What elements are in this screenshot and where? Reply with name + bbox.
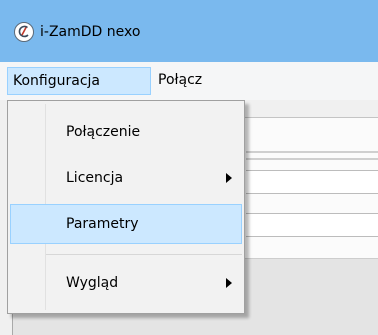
input-field[interactable] xyxy=(246,213,378,237)
app-window: i-ZamDD nexo Konfiguracja Połącz Połącze… xyxy=(0,0,378,335)
menu-konfiguracja[interactable]: Konfiguracja xyxy=(7,67,151,95)
divider xyxy=(246,151,378,153)
menu-item-label: Wygląd xyxy=(66,275,119,291)
chevron-right-icon xyxy=(226,173,232,183)
menu-item-parametry[interactable]: Parametry xyxy=(10,204,242,244)
menu-item-licencja[interactable]: Licencja xyxy=(10,158,242,198)
menu-separator xyxy=(46,254,242,255)
menu-item-wyglad[interactable]: Wygląd xyxy=(10,263,242,303)
input-field[interactable] xyxy=(246,170,378,194)
app-logo-icon xyxy=(14,22,34,42)
chevron-right-icon xyxy=(226,278,232,288)
menu-item-label: Licencja xyxy=(66,170,124,186)
menu-bar: Konfiguracja Połącz xyxy=(0,62,378,100)
konfiguracja-dropdown-menu: Połączenie Licencja Parametry Wygląd xyxy=(7,100,245,314)
menu-polacz[interactable]: Połącz xyxy=(155,67,202,95)
window-title: i-ZamDD nexo xyxy=(40,24,141,40)
menu-item-label: Parametry xyxy=(66,216,139,232)
menu-item-label: Połączenie xyxy=(66,124,141,140)
menu-item-polaczenie[interactable]: Połączenie xyxy=(10,112,242,152)
divider xyxy=(246,158,378,160)
title-bar[interactable]: i-ZamDD nexo xyxy=(0,0,378,62)
